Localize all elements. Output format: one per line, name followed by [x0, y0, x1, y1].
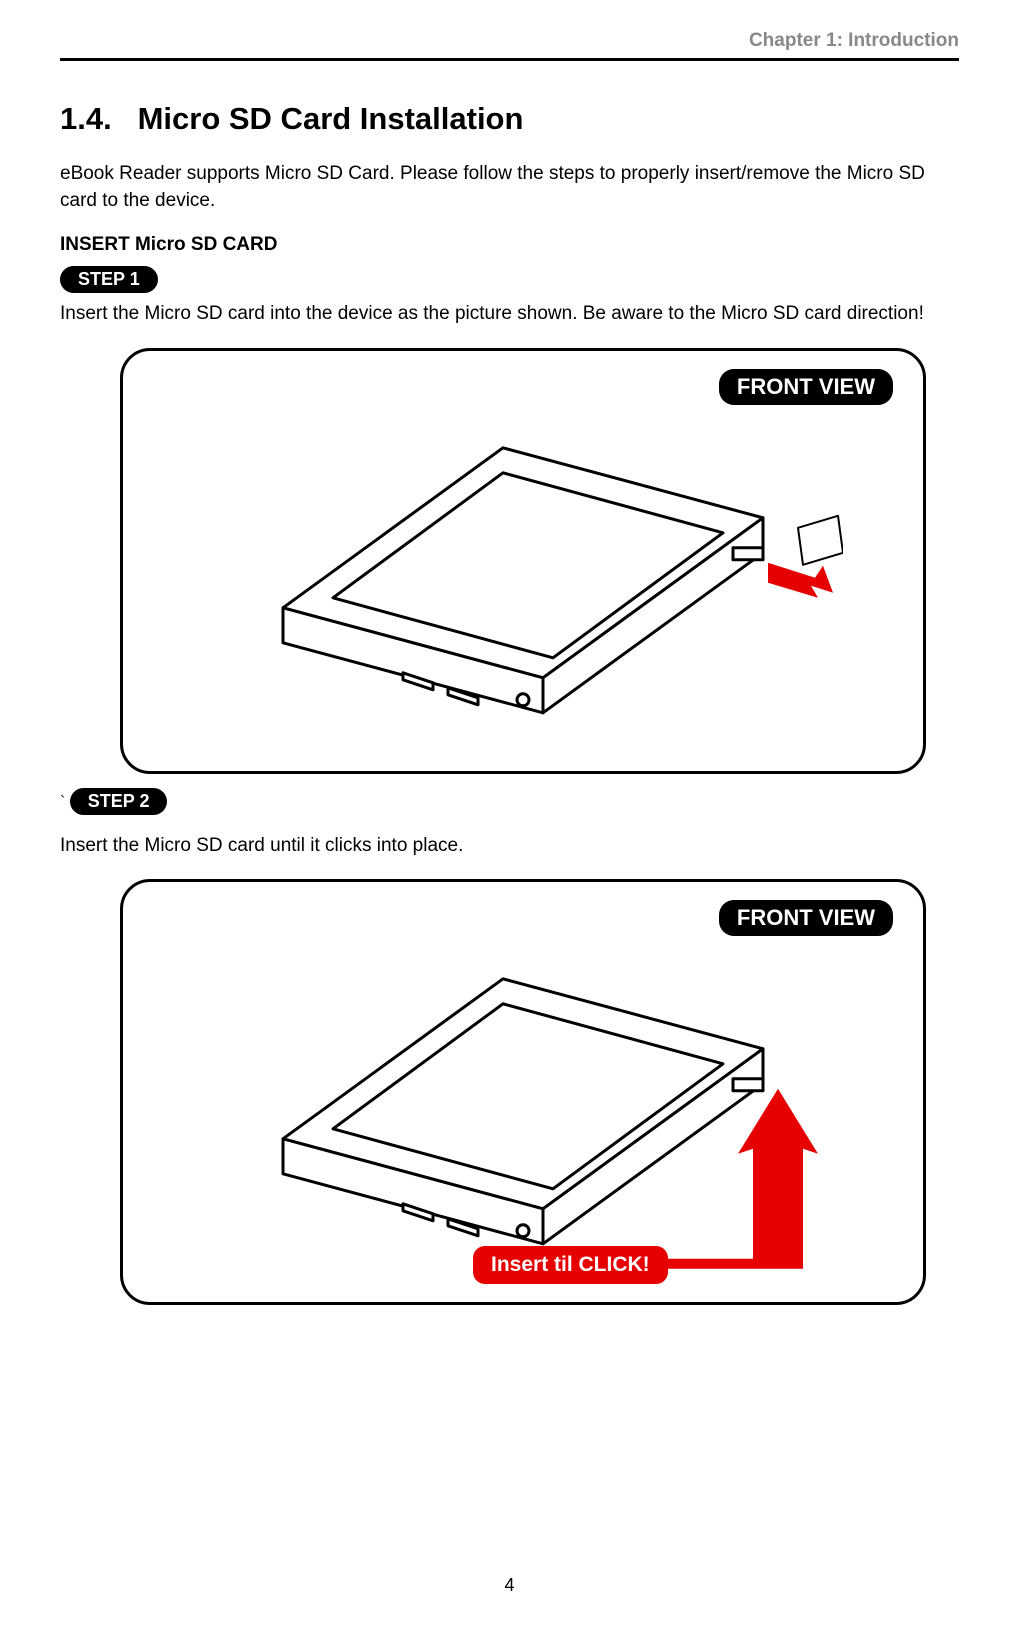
device-illustration-1 [203, 398, 843, 738]
page: Chapter 1: Introduction 1.4. Micro SD Ca… [0, 0, 1019, 1626]
chapter-header: Chapter 1: Introduction [60, 30, 959, 58]
device-illustration-2 [203, 929, 843, 1269]
section-heading: 1.4. Micro SD Card Installation [60, 101, 959, 137]
insert-heading: INSERT Micro SD CARD [60, 234, 959, 256]
section-title: Micro SD Card Installation [138, 101, 524, 136]
step-badge-2: STEP 2 [70, 788, 168, 815]
figure-step-1: FRONT VIEW [120, 348, 926, 774]
insert-til-click-label: Insert til CLICK! [473, 1246, 668, 1284]
step-1-text: Insert the Micro SD card into the device… [60, 301, 959, 328]
step-2-text: Insert the Micro SD card until it clicks… [60, 833, 959, 860]
stray-text: ` [60, 794, 65, 811]
figure-step-2: FRONT VIEW Insert til CLICK! [120, 879, 926, 1305]
intro-text: eBook Reader supports Micro SD Card. Ple… [60, 161, 959, 214]
header-rule [60, 58, 959, 61]
page-number: 4 [0, 1575, 1019, 1596]
section-number: 1.4. [60, 101, 112, 136]
step-badge-1: STEP 1 [60, 266, 158, 293]
